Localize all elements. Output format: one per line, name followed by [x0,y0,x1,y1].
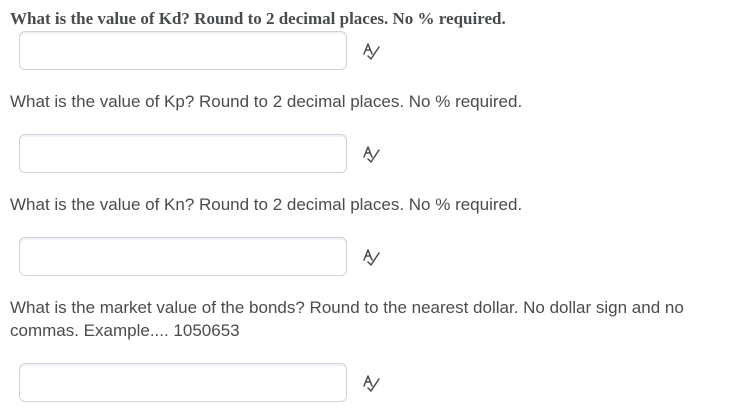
question-kp-text: What is the value of Kp? Round to 2 deci… [10,92,523,111]
answer-kd-input[interactable] [19,31,347,70]
question-market-value-text: What is the market value of the bonds? R… [10,298,684,340]
answer-kn-input[interactable] [19,237,347,276]
spellcheck-icon[interactable] [361,247,381,267]
spellcheck-icon[interactable] [361,41,381,61]
spellcheck-icon[interactable] [361,373,381,393]
answer-kp-input[interactable] [19,134,347,173]
spellcheck-icon[interactable] [361,144,381,164]
answer-market-value-input[interactable] [19,363,347,402]
question-kd-text: What is the value of Kd? Round to 2 deci… [10,9,506,28]
question-kn-text: What is the value of Kn? Round to 2 deci… [10,195,523,214]
